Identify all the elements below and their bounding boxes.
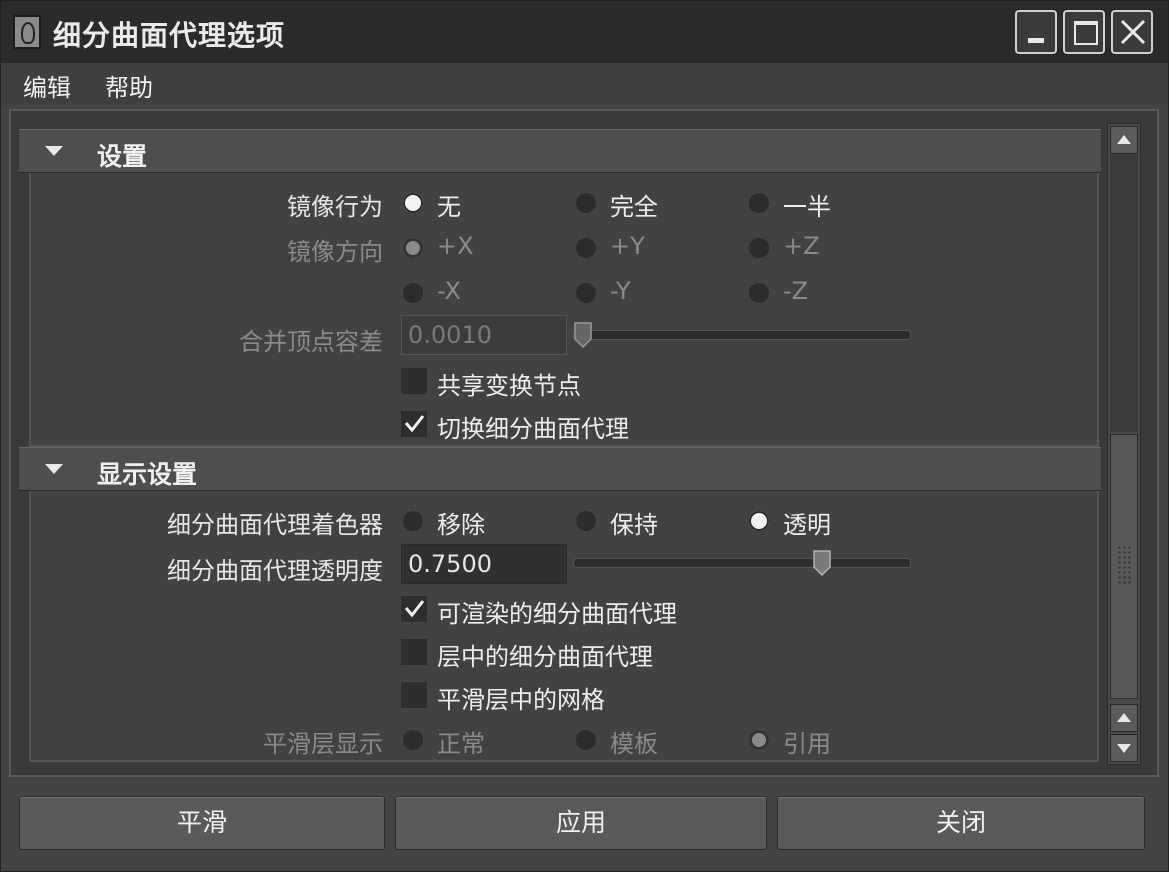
scroll-up-small-arrow-icon[interactable] [1110,704,1138,732]
options-content: 设置 镜像行为 无 完全 一半 镜像方向 +X +Y +Z -X -Y -Z 合… [19,125,1101,762]
radio-label-normal: 正常 [437,730,485,758]
maximize-button[interactable] [1063,10,1105,54]
section-settings-header[interactable]: 设置 [19,129,1101,173]
radio-label-reference: 引用 [783,730,831,758]
menu-help[interactable]: 帮助 [105,68,153,103]
minimize-button[interactable] [1015,10,1057,54]
radio-layer-reference[interactable] [749,730,769,750]
proxy-transparency-field[interactable]: 0.7500 [401,544,567,584]
section-settings-title: 设置 [97,142,148,171]
maya-app-icon [13,15,41,49]
radio-label-minus-y: -Y [610,277,631,305]
merge-tolerance-slider[interactable] [573,330,911,340]
renderable-proxy-label: 可渲染的细分曲面代理 [437,600,677,628]
vertical-scrollbar[interactable] [1107,123,1141,765]
proxy-transparency-slider-handle[interactable] [812,549,832,577]
radio-mirror-half[interactable] [749,193,769,213]
checkmark-icon [404,600,425,618]
share-transform-checkbox[interactable] [401,368,427,394]
proxy-in-layer-label: 层中的细分曲面代理 [437,643,653,671]
radio-shader-remove[interactable] [403,511,423,531]
apply-button[interactable]: 应用 [395,796,767,850]
proxy-shader-label: 细分曲面代理着色器 [167,511,383,539]
close-icon [1120,19,1146,45]
title-bar[interactable]: 细分曲面代理选项 [1,1,1168,64]
scroll-track[interactable] [1110,154,1138,432]
smooth-button[interactable]: 平滑 [19,796,385,850]
section-display-title: 显示设置 [97,460,198,489]
radio-layer-normal[interactable] [403,730,423,750]
radio-dir-minus-x[interactable] [403,283,423,303]
radio-layer-template[interactable] [576,730,596,750]
section-settings-body [29,173,1099,447]
merge-tolerance-label: 合并顶点容差 [239,328,383,356]
radio-dir-plus-z[interactable] [749,238,769,258]
radio-label-half: 一半 [783,193,831,221]
scroll-thumb[interactable] [1110,434,1138,699]
radio-label-template: 模板 [610,730,658,758]
radio-label-minus-z: -Z [783,277,809,305]
radio-dir-plus-x[interactable] [403,238,423,258]
proxy-transparency-slider[interactable] [573,558,911,568]
scroll-up-arrow-icon[interactable] [1110,126,1138,154]
radio-label-none: 无 [437,193,461,221]
merge-tolerance-slider-handle[interactable] [573,321,593,349]
radio-label-plus-x: +X [437,232,474,260]
share-transform-label: 共享变换节点 [437,372,581,400]
radio-mirror-none[interactable] [403,193,423,213]
radio-label-plus-z: +Z [783,232,820,260]
radio-dir-minus-y[interactable] [576,283,596,303]
mirror-behavior-label: 镜像行为 [287,193,383,221]
close-button[interactable]: 关闭 [777,796,1145,850]
radio-label-transparent: 透明 [783,511,831,539]
merge-tolerance-field[interactable]: 0.0010 [401,315,567,355]
scroll-down-arrow-icon[interactable] [1110,734,1138,762]
radio-label-remove: 移除 [437,511,485,539]
proxy-in-layer-checkbox[interactable] [401,639,427,665]
dialog-window: 细分曲面代理选项 编辑 帮助 设置 镜像行为 无 完全 一半 镜像方向 +X +… [0,0,1169,872]
renderable-proxy-checkbox[interactable] [401,596,427,622]
checkmark-icon [404,415,425,433]
radio-label-keep: 保持 [610,511,658,539]
menu-bar: 编辑 帮助 [1,63,1168,105]
grip-icon [1117,545,1131,585]
toggle-proxy-checkbox[interactable] [401,411,427,437]
menu-edit[interactable]: 编辑 [23,68,71,103]
close-window-button[interactable] [1111,10,1153,54]
radio-shader-keep[interactable] [576,511,596,531]
window-title: 细分曲面代理选项 [53,19,286,52]
radio-label-full: 完全 [610,193,658,221]
mirror-direction-label: 镜像方向 [287,238,383,266]
radio-mirror-full[interactable] [576,193,596,213]
section-display-header[interactable]: 显示设置 [19,447,1101,491]
radio-dir-plus-y[interactable] [576,238,596,258]
radio-label-plus-y: +Y [610,232,645,260]
smooth-mesh-in-layer-checkbox[interactable] [401,682,427,708]
collapse-triangle-icon [45,146,63,156]
radio-label-minus-x: -X [437,277,461,305]
toggle-proxy-label: 切换细分曲面代理 [437,415,629,443]
smooth-layer-display-label: 平滑层显示 [263,730,383,758]
smooth-mesh-in-layer-label: 平滑层中的网格 [437,686,605,714]
collapse-triangle-icon [45,464,63,474]
radio-shader-transparent[interactable] [749,511,769,531]
radio-dir-minus-z[interactable] [749,283,769,303]
proxy-transparency-label: 细分曲面代理透明度 [167,557,383,585]
